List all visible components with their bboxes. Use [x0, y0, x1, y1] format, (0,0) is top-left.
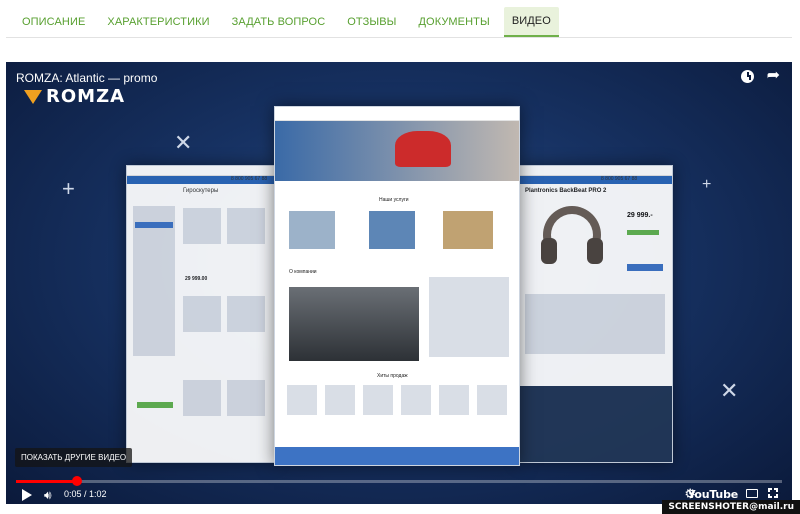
- tab-description[interactable]: ОПИСАНИЕ: [14, 7, 93, 37]
- mockup-category-page: Гироскутеры 8 800 905 67 88 29 999.00: [126, 165, 276, 463]
- mock-phone: 8 800 905 67 88: [231, 176, 268, 182]
- mock-footer: [519, 386, 672, 462]
- mock-product-title: Plantronics BackBeat PRO 2: [525, 188, 607, 194]
- logo-mark-icon: [24, 89, 42, 104]
- mock-product-image: [477, 385, 507, 415]
- mock-product-image: [439, 385, 469, 415]
- mock-header: [127, 166, 275, 176]
- show-more-videos-button[interactable]: ПОКАЗАТЬ ДРУГИЕ ВИДЕО: [15, 448, 133, 467]
- product-tabs: ОПИСАНИЕ ХАРАКТЕРИСТИКИ ЗАДАТЬ ВОПРОС ОТ…: [6, 0, 792, 38]
- cross-icon: ✕: [174, 130, 193, 155]
- logo-text: ROMZA: [46, 86, 126, 107]
- mock-price: 29 999.00: [185, 276, 208, 282]
- mock-description: [525, 294, 665, 354]
- mock-news-list: [429, 277, 509, 357]
- mock-product-image: [183, 208, 221, 244]
- clock-icon[interactable]: [741, 70, 754, 83]
- channel-logo: ROMZA: [24, 86, 125, 107]
- video-player[interactable]: ROMZA: Atlantic — promo ➦ ROMZA ✕ + ✕ + …: [6, 62, 792, 504]
- mock-badge: [627, 230, 659, 235]
- mock-phone: 8 800 905 67 88: [601, 176, 638, 182]
- mock-service-image: [289, 211, 335, 249]
- headphones-cup: [541, 238, 557, 264]
- mock-product-image: [325, 385, 355, 415]
- mock-service-image: [369, 211, 415, 249]
- mock-product-image: [401, 385, 431, 415]
- mock-product-image: [287, 385, 317, 415]
- mock-sidebar-active: [135, 222, 173, 228]
- mock-header: [275, 107, 519, 121]
- mock-footer: [275, 447, 519, 465]
- mock-product-image: [183, 380, 221, 416]
- mock-product-image: [363, 385, 393, 415]
- time-display: 0:05 / 1:02: [64, 489, 107, 499]
- watermark: SCREENSHOTER@mail.ru: [662, 500, 800, 514]
- tab-documents[interactable]: ДОКУМЕНТЫ: [410, 7, 497, 37]
- motorbike-image: [395, 131, 451, 167]
- mock-section-title: О компании: [289, 269, 317, 275]
- mockup-home-page: Наши услуги О компании Хиты продаж: [274, 106, 520, 466]
- mock-button: [137, 402, 173, 408]
- tab-video[interactable]: ВИДЕО: [503, 7, 559, 37]
- video-title[interactable]: ROMZA: Atlantic — promo: [16, 71, 157, 85]
- fullscreen-icon[interactable]: [767, 487, 781, 501]
- headphones-cup: [587, 238, 603, 264]
- mock-product-image: [227, 296, 265, 332]
- plus-icon: +: [62, 176, 75, 201]
- mock-button: [627, 264, 663, 271]
- progress-fill: [16, 480, 77, 483]
- mock-sidebar: [133, 206, 175, 356]
- mock-price: 29 999.-: [627, 212, 653, 219]
- mock-section-title: Наши услуги: [379, 197, 409, 203]
- cc-icon[interactable]: [746, 489, 758, 498]
- mock-header: [519, 166, 672, 176]
- mock-video-thumbnail: [289, 287, 419, 361]
- mock-nav: [519, 176, 672, 184]
- scrubber-handle[interactable]: [72, 476, 82, 486]
- progress-track[interactable]: [16, 480, 782, 483]
- tab-specifications[interactable]: ХАРАКТЕРИСТИКИ: [99, 7, 217, 37]
- mock-product-image: [227, 380, 265, 416]
- tab-reviews[interactable]: ОТЗЫВЫ: [339, 7, 404, 37]
- plus-icon: +: [702, 176, 712, 193]
- mock-product-image: [183, 296, 221, 332]
- mock-heading: Гироскутеры: [183, 188, 219, 194]
- volume-icon[interactable]: 🔊︎: [44, 488, 52, 502]
- play-icon[interactable]: [22, 489, 32, 501]
- tab-ask-question[interactable]: ЗАДАТЬ ВОПРОС: [224, 7, 334, 37]
- share-icon[interactable]: ➦: [767, 68, 780, 84]
- mock-service-image: [443, 211, 493, 249]
- mock-product-image: [227, 208, 265, 244]
- mock-section-title: Хиты продаж: [377, 373, 408, 379]
- mockup-product-page: Plantronics BackBeat PRO 2 8 800 905 67 …: [518, 165, 673, 463]
- cross-icon: ✕: [720, 378, 739, 403]
